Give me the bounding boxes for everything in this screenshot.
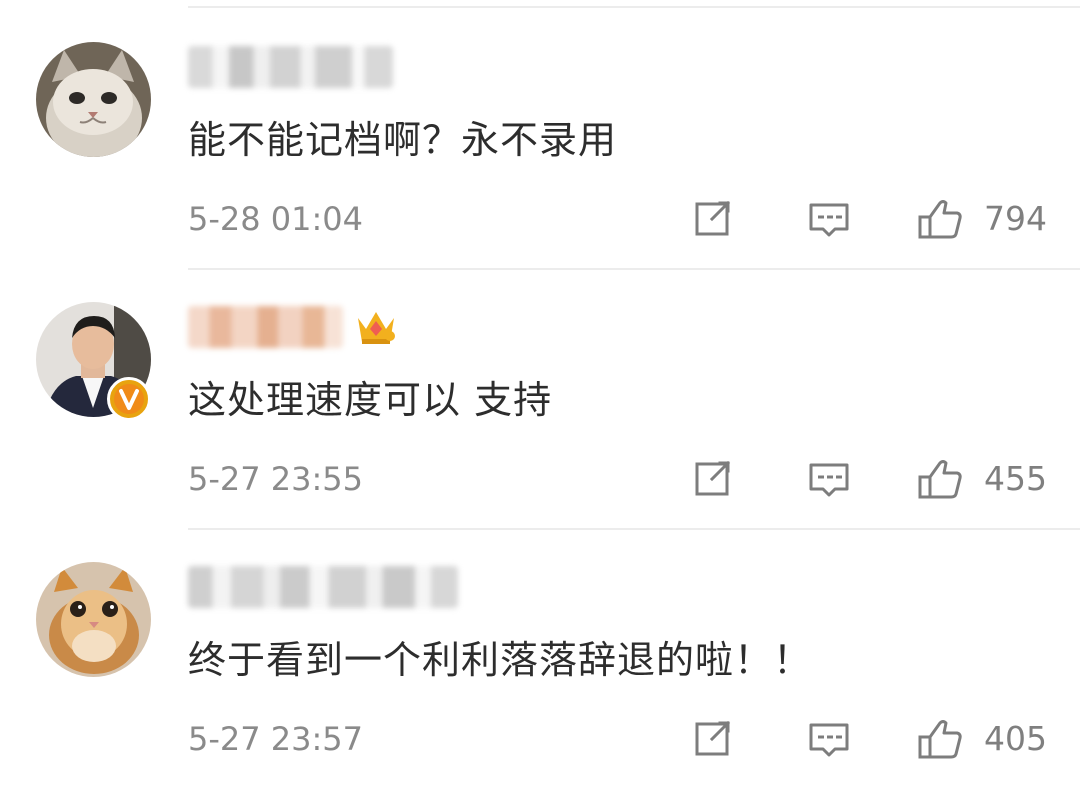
comment-time: 5-27 23:55 xyxy=(188,460,364,498)
crown-icon xyxy=(354,304,398,348)
blurred-username[interactable] xyxy=(188,566,458,608)
like-count: 794 xyxy=(984,199,1047,238)
thumbs-up-icon[interactable] xyxy=(916,455,964,503)
share-icon[interactable] xyxy=(690,715,738,763)
cat-avatar[interactable] xyxy=(36,562,151,677)
comment-icon[interactable] xyxy=(805,195,853,243)
blurred-username[interactable] xyxy=(188,46,393,88)
comment-time: 5-27 23:57 xyxy=(188,720,364,758)
comment-item: 这处理速度可以 支持 5-27 23:55 455 xyxy=(0,260,1080,530)
cat-avatar[interactable] xyxy=(36,42,151,157)
comment-text: 终于看到一个利利落落辞退的啦！！ xyxy=(188,638,813,682)
comment-text: 这处理速度可以 支持 xyxy=(188,378,553,422)
blurred-username[interactable] xyxy=(188,306,343,348)
share-icon[interactable] xyxy=(690,195,738,243)
comment-item: 能不能记档啊？永不录用 5-28 01:04 794 xyxy=(0,0,1080,270)
verified-v-icon xyxy=(107,377,151,421)
thumbs-up-icon[interactable] xyxy=(916,195,964,243)
like-count: 455 xyxy=(984,459,1047,498)
like-count: 405 xyxy=(984,719,1047,758)
comment-item: 终于看到一个利利落落辞退的啦！！ 5-27 23:57 405 xyxy=(0,520,1080,780)
comment-icon[interactable] xyxy=(805,715,853,763)
comment-icon[interactable] xyxy=(805,455,853,503)
comment-text: 能不能记档啊？永不录用 xyxy=(188,118,618,162)
thumbs-up-icon[interactable] xyxy=(916,715,964,763)
share-icon[interactable] xyxy=(690,455,738,503)
comment-time: 5-28 01:04 xyxy=(188,200,364,238)
